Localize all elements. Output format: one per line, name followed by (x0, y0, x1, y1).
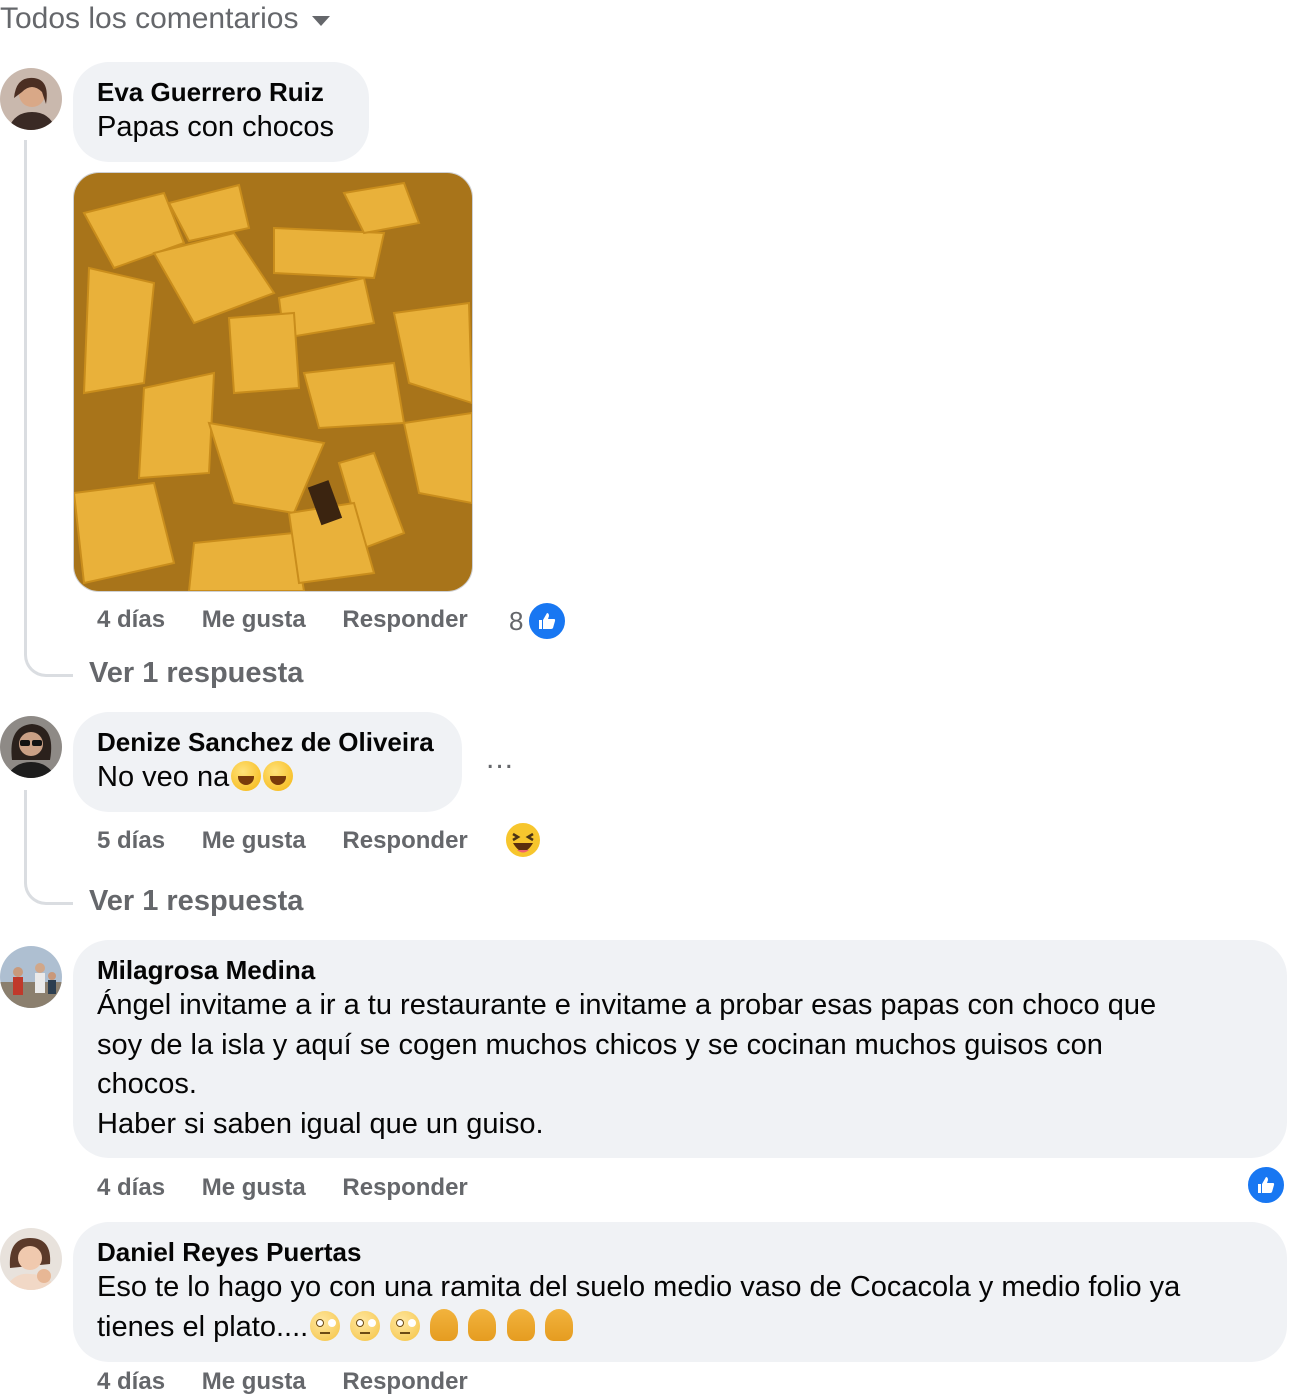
facepalm-emoji (506, 1308, 535, 1341)
comment-actions: 4 días Me gusta Responder (97, 1173, 468, 1203)
food-photo (74, 173, 472, 591)
comment-time[interactable]: 4 días (97, 1173, 165, 1203)
reply-thread-line (24, 790, 73, 905)
comment-text: Ángel invitame a ir a tu restaurante e i… (97, 989, 1157, 1140)
reply-thread-line (24, 140, 73, 677)
facepalm-emoji (544, 1308, 573, 1341)
avatar[interactable] (0, 946, 62, 1008)
comment-author[interactable]: Milagrosa Medina (97, 954, 1263, 986)
comment-image[interactable] (73, 172, 473, 592)
avatar-photo (0, 716, 62, 778)
like-button[interactable]: Me gusta (202, 1173, 306, 1203)
like-button[interactable]: Me gusta (202, 1367, 306, 1397)
facepalm-emoji (430, 1308, 459, 1341)
comment-text: No veo na (97, 761, 230, 793)
comment-text-line: Eso te lo hago yo con una ramita del sue… (97, 1271, 1181, 1303)
reply-button[interactable]: Responder (342, 605, 467, 635)
rolling-laughing-emoji (231, 761, 262, 791)
avatar[interactable] (0, 1228, 62, 1290)
haha-icon[interactable] (503, 820, 543, 865)
avatar[interactable] (0, 68, 62, 130)
comment-bubble: Daniel Reyes Puertas Eso te lo hago yo c… (73, 1222, 1287, 1362)
comment-filter-dropdown[interactable]: Todos los comentarios (0, 0, 331, 38)
like-icon[interactable] (1246, 1165, 1286, 1205)
comment-actions: 4 días Me gusta Responder (97, 605, 468, 635)
comment-author[interactable]: Denize Sanchez de Oliveira (97, 726, 438, 758)
reply-button[interactable]: Responder (342, 826, 467, 856)
eye-roll-emoji (310, 1310, 341, 1341)
comment-actions: 5 días Me gusta Responder (97, 826, 468, 856)
avatar-photo (0, 1228, 62, 1290)
reply-button[interactable]: Responder (342, 1173, 467, 1203)
caret-down-icon (312, 16, 331, 26)
comment-bubble: Eva Guerrero Ruiz Papas con chocos (73, 62, 369, 162)
like-button[interactable]: Me gusta (202, 605, 306, 635)
avatar[interactable] (0, 716, 62, 778)
avatar-photo (0, 946, 62, 1008)
comment-bubble: Milagrosa Medina Ángel invitame a ir a t… (73, 940, 1287, 1158)
rolling-laughing-emoji (263, 761, 294, 791)
view-replies-link[interactable]: Ver 1 respuesta (89, 883, 303, 919)
like-icon (527, 601, 568, 641)
comment-text: Papas con chocos (97, 111, 334, 143)
reply-button[interactable]: Responder (342, 1367, 467, 1397)
eye-roll-emoji (350, 1310, 381, 1341)
eye-roll-emoji (390, 1310, 421, 1341)
comment-bubble: Denize Sanchez de Oliveira No veo na (73, 712, 462, 812)
filter-label: Todos los comentarios (0, 2, 299, 35)
comment-time[interactable]: 4 días (97, 1367, 165, 1397)
comment-text-line: tienes el plato.... (97, 1310, 309, 1343)
comment-actions: 4 días Me gusta Responder (97, 1367, 468, 1397)
reaction-count: 8 (509, 605, 524, 636)
more-options-button[interactable]: ... (486, 744, 514, 774)
comment-time[interactable]: 4 días (97, 605, 165, 635)
facepalm-emoji (468, 1308, 497, 1341)
comment-author[interactable]: Daniel Reyes Puertas (97, 1236, 1263, 1268)
view-replies-link[interactable]: Ver 1 respuesta (89, 655, 303, 691)
like-button[interactable]: Me gusta (202, 826, 306, 856)
comment-text-row: No veo na (97, 758, 438, 798)
comment-author[interactable]: Eva Guerrero Ruiz (97, 76, 345, 108)
reaction-summary[interactable]: 8 (509, 601, 568, 641)
comment-time[interactable]: 5 días (97, 826, 165, 856)
avatar-photo (0, 68, 62, 130)
comment-text-row: tienes el plato.... (97, 1308, 1263, 1348)
